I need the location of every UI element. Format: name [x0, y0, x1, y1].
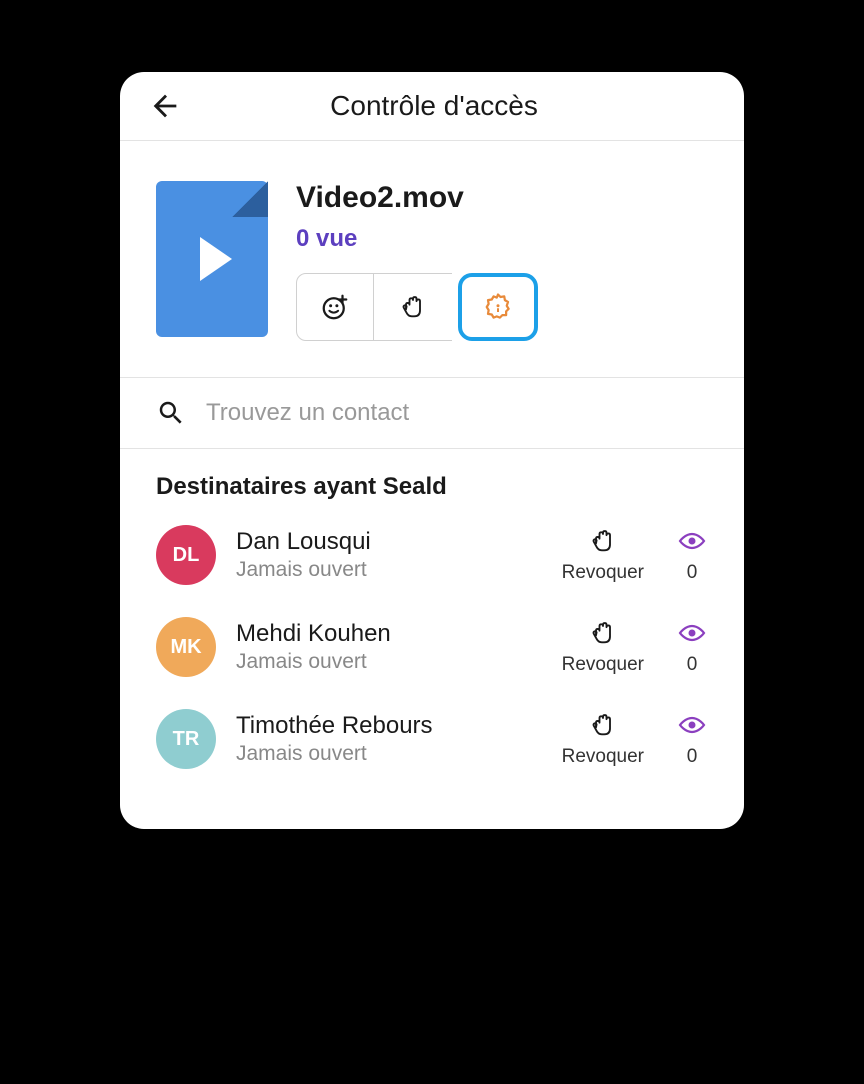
arrow-left-icon	[148, 89, 182, 123]
page-title: Contrôle d'accès	[148, 90, 720, 122]
file-action-buttons	[296, 273, 708, 341]
search-icon	[156, 398, 186, 428]
revoke-label: Revoquer	[562, 746, 644, 768]
recipient-actions: Revoquer 0	[562, 618, 708, 676]
view-count-action[interactable]: 0	[676, 526, 708, 584]
back-button[interactable]	[148, 89, 182, 123]
gear-badge-icon	[483, 292, 513, 322]
recipients-title: Destinataires ayant Seald	[156, 473, 708, 501]
file-name: Video2.mov	[296, 181, 708, 215]
avatar: DL	[156, 525, 216, 585]
recipients-section: Destinataires ayant Seald DL Dan Lousqui…	[120, 449, 744, 829]
revoke-all-button[interactable]	[374, 273, 452, 341]
eye-icon	[676, 715, 708, 735]
avatar: TR	[156, 709, 216, 769]
recipient-name: Timothée Rebours	[236, 712, 562, 740]
revoke-action[interactable]: Revoquer	[562, 710, 644, 768]
recipient-info: Mehdi Kouhen Jamais ouvert	[236, 620, 562, 674]
file-section: Video2.mov 0 vue	[120, 141, 744, 378]
access-control-card: Contrôle d'accès Video2.mov 0 vue	[120, 72, 744, 829]
recipient-status: Jamais ouvert	[236, 558, 562, 582]
revoke-label: Revoquer	[562, 654, 644, 676]
avatar: MK	[156, 617, 216, 677]
recipient-row: MK Mehdi Kouhen Jamais ouvert Revoquer	[156, 617, 708, 677]
recipient-name: Dan Lousqui	[236, 528, 562, 556]
hand-icon	[399, 293, 427, 321]
search-section	[120, 378, 744, 449]
recipient-row: TR Timothée Rebours Jamais ouvert Revoqu…	[156, 709, 708, 769]
recipient-info: Dan Lousqui Jamais ouvert	[236, 528, 562, 582]
file-info: Video2.mov 0 vue	[296, 181, 708, 341]
view-count-action[interactable]: 0	[676, 618, 708, 676]
eye-icon	[676, 623, 708, 643]
play-icon	[200, 237, 232, 281]
revoke-action[interactable]: Revoquer	[562, 618, 644, 676]
recipient-info: Timothée Rebours Jamais ouvert	[236, 712, 562, 766]
recipient-name: Mehdi Kouhen	[236, 620, 562, 648]
header: Contrôle d'accès	[120, 72, 744, 141]
revoke-action[interactable]: Revoquer	[562, 526, 644, 584]
file-video-icon	[156, 181, 268, 337]
view-count-action[interactable]: 0	[676, 710, 708, 768]
hand-icon	[589, 711, 617, 739]
hand-icon	[589, 619, 617, 647]
revoke-label: Revoquer	[562, 562, 644, 584]
eye-icon	[676, 531, 708, 551]
recipient-actions: Revoquer 0	[562, 710, 708, 768]
file-view-count: 0 vue	[296, 225, 708, 253]
view-count-value: 0	[687, 746, 698, 768]
recipient-status: Jamais ouvert	[236, 742, 562, 766]
search-input[interactable]	[206, 399, 708, 427]
add-reaction-button[interactable]	[296, 273, 374, 341]
recipient-actions: Revoquer 0	[562, 526, 708, 584]
settings-button[interactable]	[458, 273, 538, 341]
recipient-status: Jamais ouvert	[236, 650, 562, 674]
emoji-plus-icon	[320, 292, 350, 322]
view-count-value: 0	[687, 654, 698, 676]
recipient-row: DL Dan Lousqui Jamais ouvert Revoquer	[156, 525, 708, 585]
view-count-value: 0	[687, 562, 698, 584]
hand-icon	[589, 527, 617, 555]
